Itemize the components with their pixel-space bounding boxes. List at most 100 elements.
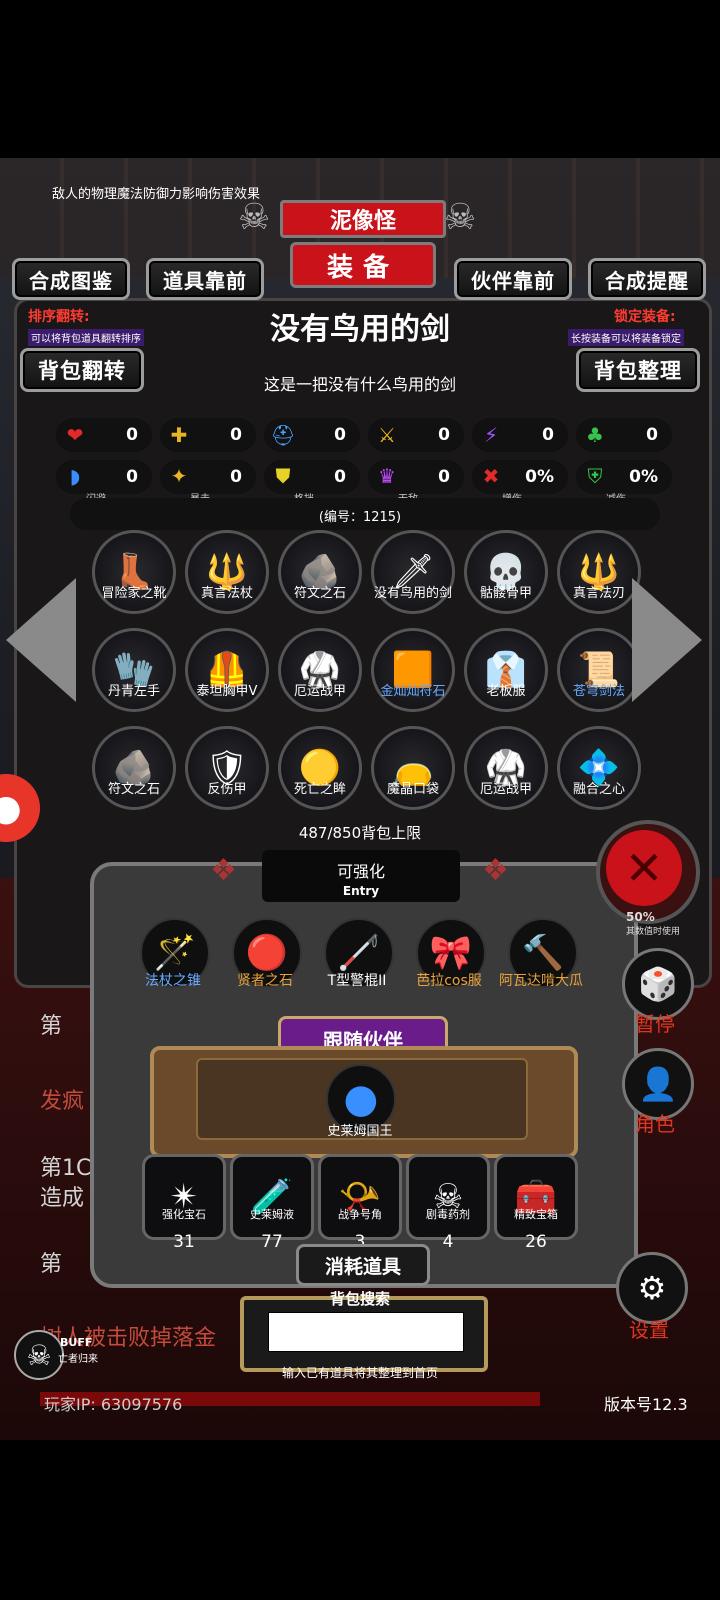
item-label: 骷髅骨甲 [479,586,532,601]
settings-label: 设置 [629,1318,669,1342]
dice-icon: 🎲 [638,965,678,1003]
partner-front-button[interactable]: 伙伴靠前 [454,258,572,300]
inventory-slot[interactable]: 🛡 [185,726,269,810]
item-label: 没有鸟用的剑 [373,586,452,601]
partial-hint: 其数值时使用 [626,927,681,937]
consumable-label: 史莱姆液 [250,1208,294,1221]
item-label: 厄运战甲 [479,782,532,797]
consumable-label: 精致宝箱 [514,1208,558,1221]
lock-label: 锁定装备: [614,309,676,325]
consumable-slot[interactable]: 📯 [318,1154,402,1240]
gear-icon: ⚙ [637,1269,667,1307]
next-page-arrow[interactable] [632,578,702,702]
entry-subtitle: Entry [342,884,380,898]
entry-item-icon: 🔨 [521,933,565,973]
inventory-slot[interactable]: 🥋 [278,628,362,712]
items-front-button[interactable]: 道具靠前 [146,258,264,300]
inventory-slot[interactable]: 🦺 [185,628,269,712]
consumable-count: 77 [261,1232,283,1252]
role-label: 角色 [635,1112,675,1136]
bag-flip-button[interactable]: 背包翻转 [20,348,144,392]
crit-icon: ✦ [170,464,188,488]
log-line: 第 [40,1014,63,1039]
game-screen: 第 发疯 第1C 造成 第 树人被击败掉落金 敌人的物理魔法防御力影响伤害效果 … [0,158,720,1440]
craft-guide-button[interactable]: 合成图鉴 [12,258,130,300]
item-label: 死亡之眸 [293,782,346,797]
inventory-slot[interactable]: 👢 [92,530,176,614]
equipment-tab-title: 装备 [290,242,436,288]
inventory-slot[interactable]: 💠 [557,726,641,810]
entry-item-label: 阿瓦达啃大瓜 [499,973,583,989]
sort-hint: 可以将背包道具翻转排序 [28,329,144,346]
craft-remind-button[interactable]: 合成提醒 [588,258,706,300]
item-label: 泰坦胸甲V [196,684,258,699]
wing-ornament-icon: ❖ [210,853,237,888]
dodge-icon: ◗ [69,464,81,488]
inventory-slot[interactable]: 🔱 [185,530,269,614]
skull-buff-icon[interactable]: ☠ [14,1330,64,1380]
bag-search-input[interactable] [268,1312,464,1352]
hood-icon: 👤 [638,1065,678,1103]
inventory-slot[interactable]: 🔱 [557,530,641,614]
skull-ornament-icon: ☠ [238,197,271,238]
consumable-count: 26 [525,1232,547,1252]
search-header: 背包搜索 [329,1290,390,1308]
close-icon[interactable]: ✕ [606,830,682,906]
monster-name: 泥像怪 [280,200,446,238]
consumable-slot[interactable]: 🧪 [230,1154,314,1240]
log-line: 发疯 [40,1089,85,1114]
item-label: 丹青左手 [107,684,160,699]
pause-label: 暂停 [635,1012,675,1036]
inventory-slot[interactable]: 🧤 [92,628,176,712]
log-line: 造成 [40,1186,85,1211]
entry-item-icon: 🦯 [337,933,381,973]
inventory-slot[interactable]: 👔 [464,628,548,712]
entry-title: 可强化 [336,862,385,881]
inventory-slot[interactable]: 💀 [464,530,548,614]
sort-label: 排序翻转: [28,309,90,325]
inventory-slot[interactable]: 🪨 [92,726,176,810]
item-label: 金灿灿符石 [380,684,446,699]
entry-item-icon: 🎀 [429,933,473,973]
consumable-label: 剧毒药剂 [426,1208,470,1221]
version-label: 版本号12.3 [604,1395,688,1414]
entry-item-icon: 🪄 [153,933,197,973]
player-ip: 玩家IP: 63097576 [44,1395,183,1414]
item-label: 冒险家之靴 [101,586,167,601]
slime-icon: ● [343,1076,379,1122]
item-label: 真言法杖 [200,586,253,601]
inventory-slot[interactable]: 🟧 [371,628,455,712]
consumable-label: 战争号角 [338,1208,382,1221]
inventory-slot[interactable]: 👝 [371,726,455,810]
partial-percent: 50% [626,910,655,924]
lock-hint: 长按装备可以将装备锁定 [568,329,684,346]
prev-page-arrow[interactable] [6,578,76,702]
consumable-slot[interactable]: ✴ [142,1154,226,1240]
item-description: 这是一把没有什么鸟用的剑 [263,375,456,394]
search-hint: 输入已有道具将其整理到首页 [281,1366,438,1380]
inventory-slot[interactable]: 🗡 [371,530,455,614]
item-label: 符文之石 [107,782,160,797]
consumable-slot[interactable]: ☠ [406,1154,490,1240]
consumable-label: 强化宝石 [162,1208,206,1221]
bag-sort-button[interactable]: 背包整理 [576,348,700,392]
inventory-slot[interactable]: 📜 [557,628,641,712]
item-label: 符文之石 [293,586,346,601]
consumable-slot[interactable]: 🧰 [494,1154,578,1240]
log-line: 第1C [40,1156,92,1181]
heart-icon: ❤ [66,423,84,447]
skull-ornament-icon: ☠ [444,197,477,238]
wing-ornament-icon: ❖ [482,853,509,888]
tip-text: 敌人的物理魔法防御力影响伤害效果 [52,187,261,202]
item-label: 老板服 [486,684,526,699]
consumables-header: 消耗道具 [296,1244,430,1286]
item-name: 没有鸟用的剑 [270,312,450,347]
lightning-icon: ⚡ [483,423,499,447]
damage-down-icon: ⛨ [587,464,603,488]
item-label: 反伤甲 [207,782,247,797]
buff-label: BUFF [60,1336,93,1349]
inventory-slot[interactable]: 🥋 [464,726,548,810]
clover-icon: ♣ [586,423,604,447]
inventory-slot[interactable]: 🪨 [278,530,362,614]
inventory-slot[interactable]: 🟡 [278,726,362,810]
